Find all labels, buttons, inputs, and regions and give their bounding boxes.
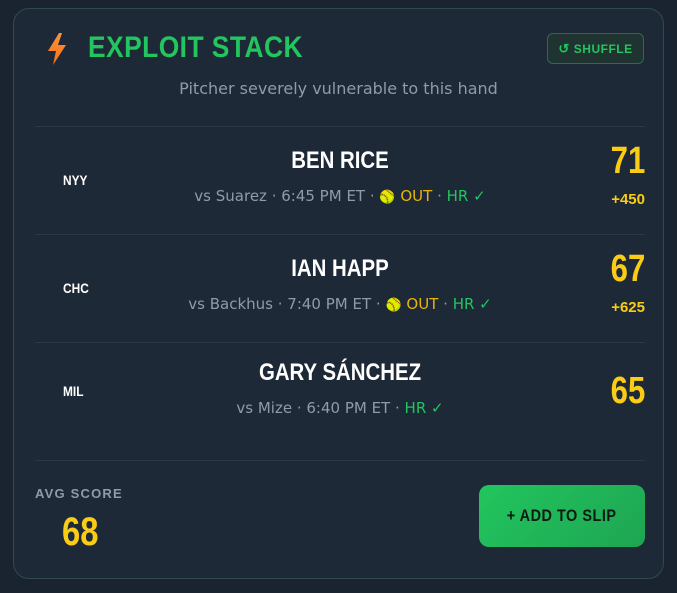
game-time: 6:45 PM ET	[281, 187, 366, 205]
opponent: vs Mize	[236, 399, 293, 417]
game-time: 6:40 PM ET	[306, 399, 391, 417]
avg-score-label: AVG SCORE	[35, 486, 123, 501]
game-time: 7:40 PM ET	[287, 295, 372, 313]
player-name: BEN RICE	[291, 147, 389, 174]
exploit-stack-card: EXPLOIT STACK ↺ SHUFFLE Pitcher severely…	[13, 8, 664, 579]
matchup-info: vs Backhus · 7:40 PM ET · 🥎 OUT · HR ✓	[188, 295, 492, 313]
hr-tag: HR ✓	[404, 399, 444, 417]
player-name: GARY SÁNCHEZ	[258, 359, 422, 386]
out-tag: OUT	[406, 295, 439, 313]
player-row[interactable]: CHC IAN HAPP vs Backhus · 7:40 PM ET · 🥎…	[35, 235, 645, 343]
baseball-icon: 🥎	[379, 190, 396, 205]
shuffle-icon: ↺	[558, 41, 570, 56]
add-to-slip-button[interactable]: + ADD TO SLIP	[479, 485, 645, 547]
shuffle-label: SHUFFLE	[573, 41, 633, 56]
matchup-info: vs Mize · 6:40 PM ET · HR ✓	[236, 399, 444, 417]
hr-tag: HR ✓	[446, 187, 486, 205]
player-row[interactable]: NYY BEN RICE vs Suarez · 6:45 PM ET · 🥎 …	[35, 127, 645, 235]
card-subtitle: Pitcher severely vulnerable to this hand	[179, 79, 498, 98]
add-to-slip-label: + ADD TO SLIP	[507, 506, 617, 525]
player-score: 67	[610, 248, 645, 290]
hr-tag: HR ✓	[452, 295, 492, 313]
out-tag: OUT	[400, 187, 433, 205]
lightning-bolt-icon	[48, 33, 66, 65]
player-row[interactable]: MIL GARY SÁNCHEZ vs Mize · 6:40 PM ET · …	[35, 343, 645, 451]
card-title: EXPLOIT STACK	[88, 31, 303, 64]
player-score: 71	[610, 140, 645, 182]
player-score: 65	[610, 370, 645, 412]
avg-score-value: 68	[62, 510, 99, 554]
opponent: vs Suarez	[194, 187, 267, 205]
baseball-icon: 🥎	[385, 298, 402, 313]
player-odds: +450	[611, 191, 645, 208]
opponent: vs Backhus	[188, 295, 273, 313]
matchup-info: vs Suarez · 6:45 PM ET · 🥎 OUT · HR ✓	[194, 187, 486, 205]
divider	[35, 460, 645, 461]
player-odds: +625	[611, 299, 645, 316]
card-header: EXPLOIT STACK ↺ SHUFFLE Pitcher severely…	[14, 9, 663, 98]
shuffle-button[interactable]: ↺ SHUFFLE	[547, 33, 644, 64]
player-name: IAN HAPP	[291, 255, 389, 282]
